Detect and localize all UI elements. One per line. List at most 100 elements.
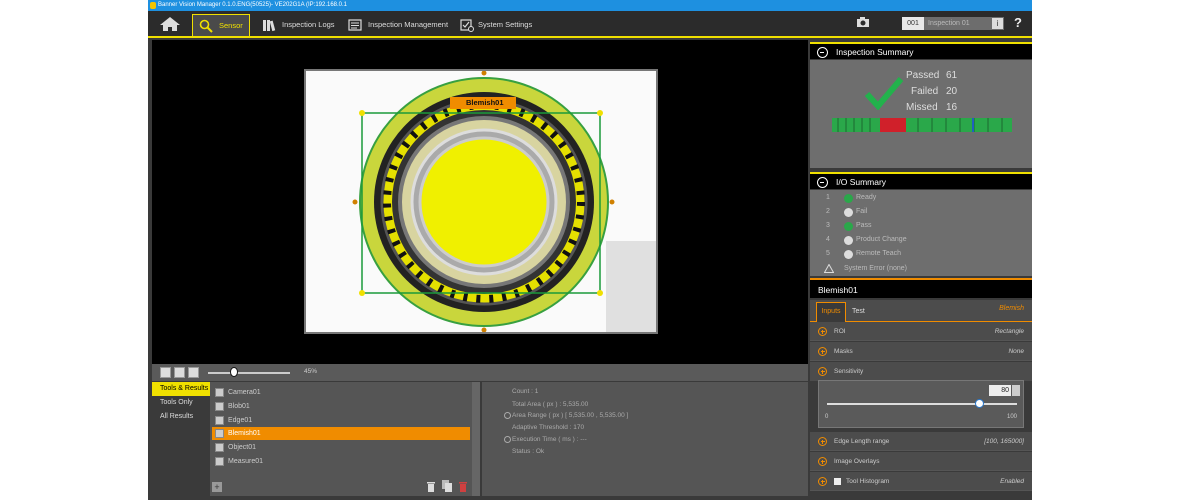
status-dot-on: [844, 222, 853, 231]
expand-icon: [818, 457, 827, 466]
filter-tools-results[interactable]: Tools & Results: [152, 382, 210, 396]
failed-count: 20: [946, 86, 958, 97]
tab-test[interactable]: Test: [852, 304, 865, 320]
delete-red-icon[interactable]: [458, 480, 468, 492]
result-total-area: Total Area ( px ) : 5,535.00: [512, 401, 589, 408]
io-item-pass: 3 Pass: [826, 222, 872, 231]
delete-icon[interactable]: [426, 480, 436, 492]
io-summary-header[interactable]: I/O Summary: [810, 172, 1032, 189]
tab-sensor-label: Sensor: [219, 21, 243, 30]
prop-tool-histogram[interactable]: Tool Histogram Enabled: [810, 472, 1032, 491]
result-status: Status : Ok: [512, 448, 545, 455]
expand-icon: [818, 477, 827, 486]
prop-roi[interactable]: ROI Rectangle: [810, 322, 1032, 341]
tab-sensor[interactable]: Sensor: [192, 14, 250, 36]
prop-sensitivity[interactable]: Sensitivity: [810, 362, 1032, 381]
add-tool-button[interactable]: +: [212, 482, 222, 492]
tab-inspection-logs-label: Inspection Logs: [282, 20, 335, 29]
tab-system-settings[interactable]: System Settings: [458, 14, 540, 36]
image-viewer[interactable]: Blemish01: [152, 40, 808, 364]
sensitivity-min: 0: [825, 414, 829, 420]
object-tool-icon: [215, 443, 224, 452]
app-logo-icon: [150, 2, 156, 9]
zoom-slider-thumb[interactable]: [230, 367, 238, 377]
tool-blemish[interactable]: Blemish01: [212, 427, 470, 440]
expand-area-range-icon[interactable]: [504, 412, 511, 419]
inspection-selector[interactable]: 001 Inspection 01: [902, 17, 1004, 30]
sensitivity-slider-thumb[interactable]: [974, 399, 984, 408]
prop-image-overlays[interactable]: Image Overlays: [810, 452, 1032, 471]
tool-camera[interactable]: Camera01: [212, 386, 470, 399]
tool-edge[interactable]: Edge01: [212, 414, 470, 427]
passed-count: 61: [946, 70, 958, 81]
collapse-icon: [818, 367, 827, 376]
result-count: Count : 1: [512, 388, 539, 395]
inspection-summary-body: Passed 61 Failed 20 Missed 16: [810, 60, 1032, 168]
roi-label[interactable]: Blemish01: [466, 98, 504, 107]
status-dot-on: [844, 194, 853, 203]
io-label: Ready: [856, 194, 877, 201]
tab-inspection-management[interactable]: Inspection Management: [346, 14, 450, 36]
prop-masks[interactable]: Masks None: [810, 342, 1032, 361]
io-num: 5: [826, 250, 830, 257]
blemish-tool-icon: [215, 429, 224, 438]
tool-label: Edge01: [228, 417, 253, 424]
tool-panel-tabs: Inputs Test Blemish: [810, 300, 1032, 322]
nav-bar: Sensor Inspection Logs Inspection Manage…: [148, 11, 1032, 36]
filter-all-results[interactable]: All Results: [152, 410, 210, 424]
io-label: Fail: [856, 208, 868, 215]
passed-label: Passed: [906, 70, 940, 81]
io-num: 3: [826, 222, 830, 229]
tab-inspection-logs[interactable]: Inspection Logs: [260, 14, 340, 36]
expand-execution-time-icon[interactable]: [504, 436, 511, 443]
prop-edge-length[interactable]: Edge Length range [100, 165000]: [810, 432, 1032, 451]
copy-icon[interactable]: [442, 480, 452, 492]
tool-blob[interactable]: Blob01: [212, 400, 470, 413]
io-num: 2: [826, 208, 830, 215]
inspection-info-icon[interactable]: i: [992, 18, 1003, 29]
settings-icon: [460, 19, 474, 32]
result-execution-time: Execution Time ( ms ) : ---: [512, 436, 587, 443]
histogram-checkbox[interactable]: [834, 478, 841, 485]
tool-label: Measure01: [228, 458, 264, 465]
inspection-summary-title: Inspection Summary: [836, 47, 914, 57]
failed-label: Failed: [911, 86, 939, 97]
tool-label: Blemish01: [228, 430, 261, 437]
warning-icon: [824, 264, 834, 273]
sensitivity-editor: 80 0 100: [818, 380, 1024, 428]
home-icon[interactable]: [158, 16, 182, 32]
tool-type: Blemish: [999, 305, 1024, 312]
image-view-button[interactable]: [188, 367, 199, 378]
filter-tools-only[interactable]: Tools Only: [152, 396, 210, 410]
prop-label: Tool Histogram: [846, 478, 890, 485]
prop-value: None: [1008, 348, 1024, 355]
right-panel: Inspection Summary Passed 61 Failed 20 M…: [810, 40, 1032, 500]
tool-object[interactable]: Object01: [212, 441, 470, 454]
tool-measure[interactable]: Measure01: [212, 455, 470, 468]
sensitivity-input[interactable]: 80: [989, 385, 1011, 396]
io-item-product-change: 4 Product Change: [826, 236, 907, 245]
tab-system-settings-label: System Settings: [478, 20, 533, 29]
inspection-image: Blemish01: [304, 69, 658, 334]
inspection-summary-header[interactable]: Inspection Summary: [810, 42, 1032, 59]
io-summary-title: I/O Summary: [836, 177, 887, 187]
io-num: 4: [826, 236, 830, 243]
title-bar: Banner Vision Manager 0.1.0.ENG(50525)- …: [148, 0, 1032, 11]
camera-icon[interactable]: [856, 16, 870, 28]
io-label: Pass: [856, 222, 872, 229]
tab-inputs[interactable]: Inputs: [816, 302, 846, 322]
prop-value: Enabled: [1000, 478, 1024, 485]
inspection-number: 001: [902, 17, 924, 30]
tools-scrollbar[interactable]: [472, 382, 480, 496]
history-strip: [832, 118, 1012, 132]
sensitivity-slider-track[interactable]: [827, 403, 1017, 405]
single-view-button[interactable]: [160, 367, 171, 378]
io-label: Remote Teach: [856, 250, 902, 257]
split-view-button[interactable]: [174, 367, 185, 378]
prop-label: Image Overlays: [834, 458, 880, 465]
help-button[interactable]: ?: [1014, 15, 1022, 30]
expand-icon: [818, 347, 827, 356]
zoom-slider-track[interactable]: [208, 372, 290, 374]
sensitivity-stepper[interactable]: [1012, 385, 1020, 396]
bearing-image: [306, 70, 656, 333]
